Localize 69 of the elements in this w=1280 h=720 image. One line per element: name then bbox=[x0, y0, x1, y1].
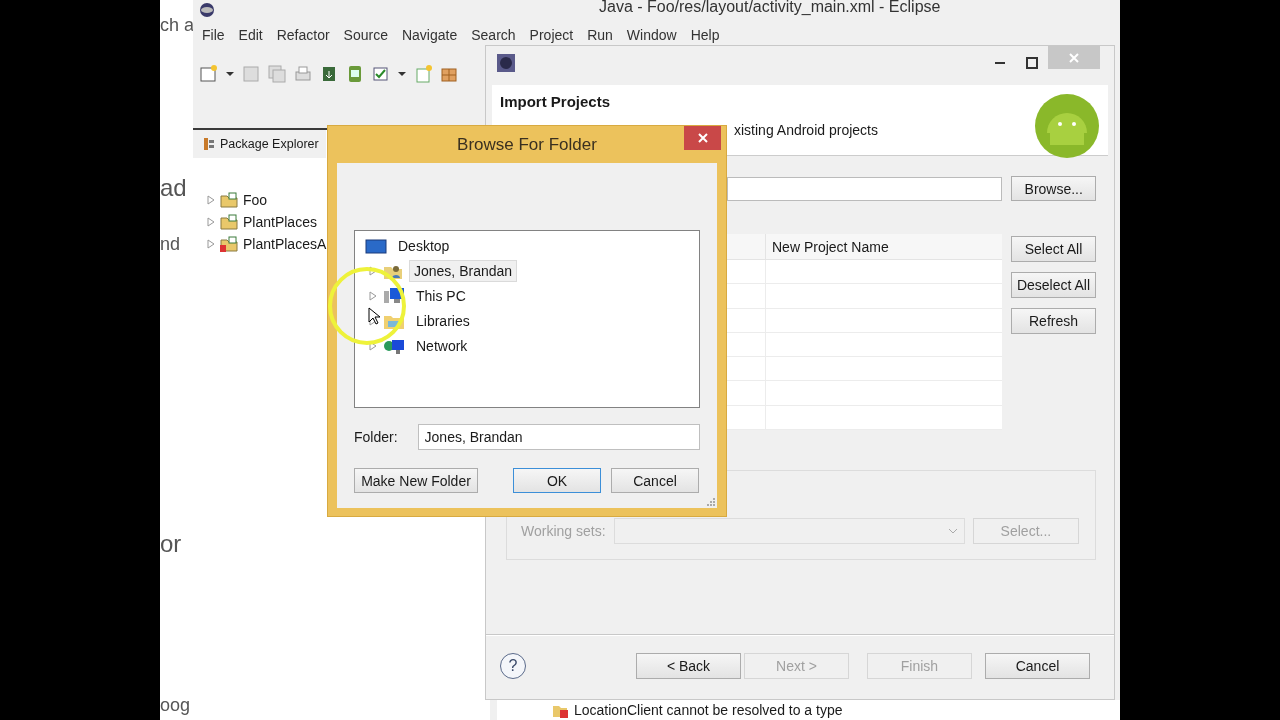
project-error-icon bbox=[220, 236, 238, 253]
tree-item[interactable]: Jones, Brandan bbox=[409, 259, 518, 282]
monitor-icon bbox=[365, 237, 387, 254]
chevron-down-icon bbox=[947, 528, 958, 534]
browse-button[interactable]: Browse... bbox=[1011, 176, 1096, 201]
save-all-icon bbox=[267, 64, 287, 85]
save-icon bbox=[241, 64, 261, 85]
menu-item[interactable]: Edit bbox=[238, 24, 263, 45]
folder-field[interactable]: Jones, Brandan bbox=[417, 424, 700, 450]
menu-item[interactable]: Help bbox=[690, 24, 720, 45]
package-explorer-icon bbox=[203, 137, 215, 152]
eclipse-icon bbox=[197, 2, 217, 17]
text-fragment: oog bbox=[160, 694, 192, 717]
expander-icon bbox=[207, 217, 215, 228]
root-directory-field[interactable] bbox=[727, 176, 1003, 201]
menu-item[interactable]: Source bbox=[343, 24, 388, 45]
cursor-icon bbox=[368, 307, 380, 325]
new-class-icon bbox=[413, 64, 433, 85]
close-icon bbox=[1069, 52, 1079, 63]
dropdown-icon bbox=[226, 72, 234, 77]
expander-icon bbox=[207, 239, 215, 250]
side-button[interactable]: Refresh bbox=[1011, 308, 1096, 334]
maximize-icon bbox=[1026, 56, 1038, 69]
window-title: Java - Foo/res/layout/activity_main.xml - Eclipse bbox=[599, 0, 941, 15]
wizard-button[interactable]: < Back bbox=[636, 653, 741, 679]
tree-item[interactable]: This PC bbox=[411, 284, 471, 307]
close-button[interactable] bbox=[684, 126, 721, 150]
problem-message: LocationClient cannot be resolved to a type bbox=[574, 702, 843, 718]
new-icon bbox=[199, 64, 219, 85]
menu-item[interactable]: Navigate bbox=[401, 24, 458, 45]
project-icon bbox=[220, 192, 238, 209]
tree-item[interactable]: Network bbox=[411, 334, 473, 357]
dialog-title: Browse For Folder bbox=[457, 134, 597, 155]
menu-item[interactable]: File bbox=[202, 24, 225, 45]
working-sets-label: Working sets: bbox=[521, 522, 606, 541]
project-icon bbox=[220, 214, 238, 231]
tree-item[interactable]: Desktop bbox=[393, 234, 455, 257]
menu-item[interactable]: Run bbox=[587, 24, 613, 45]
computer-icon bbox=[383, 286, 405, 305]
text-fragment: nd bbox=[160, 233, 182, 256]
tree-item[interactable]: PlantPlacesA bbox=[243, 236, 327, 253]
menu-item[interactable]: Refactor bbox=[276, 24, 330, 45]
close-icon bbox=[697, 133, 708, 143]
dropdown-icon bbox=[398, 72, 406, 77]
wizard-title: Import Projects bbox=[500, 93, 612, 111]
tree-item[interactable]: PlantPlaces bbox=[243, 214, 317, 231]
help-button[interactable]: ? bbox=[500, 653, 526, 679]
side-button[interactable]: Select All bbox=[1011, 236, 1096, 262]
minimize-icon bbox=[995, 61, 1005, 64]
wizard-message: xisting Android projects bbox=[734, 121, 878, 139]
wizard-button[interactable]: Cancel bbox=[985, 653, 1090, 679]
folder-label: Folder: bbox=[354, 428, 398, 447]
text-fragment: or bbox=[160, 529, 183, 551]
expander-icon bbox=[207, 195, 215, 206]
side-button[interactable]: Deselect All bbox=[1011, 272, 1096, 298]
menu-item[interactable]: Window bbox=[626, 24, 677, 45]
expander-icon bbox=[369, 265, 377, 276]
tree-item[interactable]: Libraries bbox=[411, 309, 475, 332]
tree-item[interactable]: Foo bbox=[243, 192, 268, 209]
eclipse-icon bbox=[496, 52, 516, 73]
expander-icon bbox=[369, 290, 377, 301]
working-sets-combo[interactable] bbox=[613, 518, 965, 544]
text-fragment: ad bbox=[160, 173, 188, 203]
dialog-button[interactable]: Cancel bbox=[611, 468, 699, 493]
menu-item[interactable]: Project bbox=[529, 24, 574, 45]
resize-grip-icon[interactable] bbox=[707, 498, 715, 506]
menu-item[interactable]: Search bbox=[471, 24, 516, 45]
dialog-button[interactable]: Make New Folder bbox=[354, 468, 478, 493]
dialog-button[interactable]: OK bbox=[513, 468, 601, 493]
